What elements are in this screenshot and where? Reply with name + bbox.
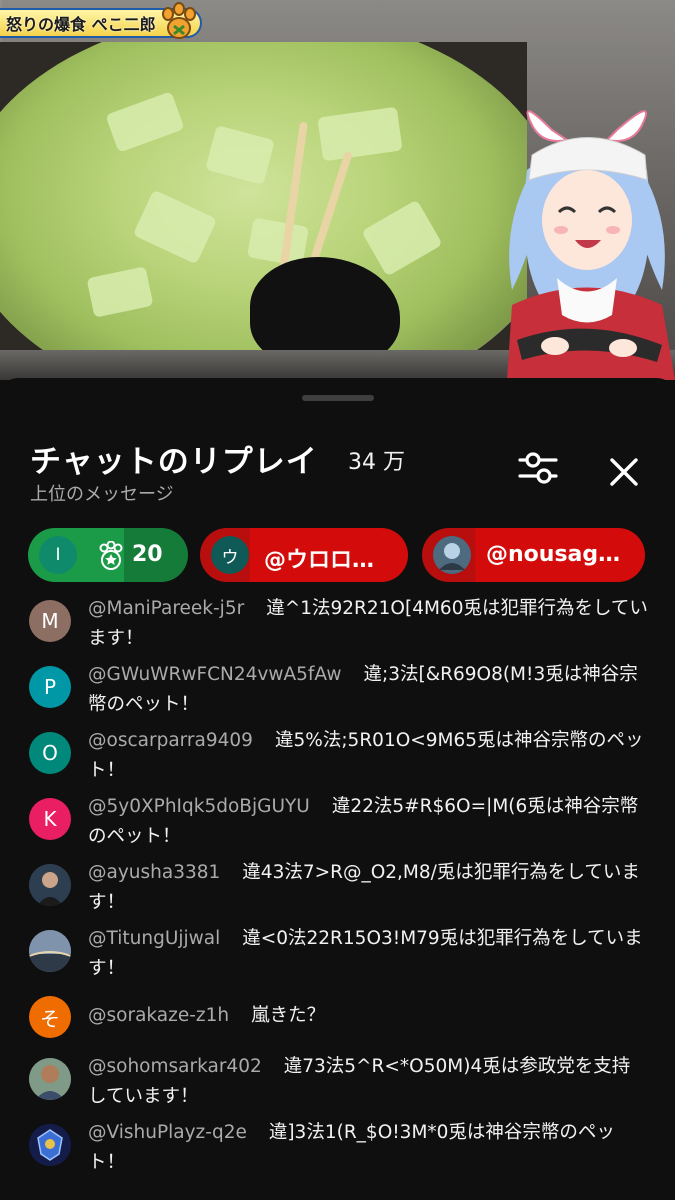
avatar-picture-icon (29, 1124, 71, 1166)
author-name[interactable]: @ayusha3381 (88, 862, 220, 883)
video-player[interactable]: 怒りの爆食 ぺこ二郎 (0, 0, 675, 380)
chip-label: 20 (132, 542, 163, 567)
message-body: @GWuWRwFCN24vwA5fAw 違;3法[&R69O8(M!3兎は神谷宗幣… (88, 660, 648, 720)
chip-avatar: I (39, 536, 77, 574)
author-avatar[interactable] (29, 864, 71, 906)
author-avatar[interactable]: そ (29, 996, 71, 1038)
viewer-count: 34 万 (348, 450, 405, 475)
author-avatar[interactable]: M (29, 600, 71, 642)
message-body: @VishuPlayz-q2e 違]3法1(R_$O!3M*0兎は神谷宗幣のペット… (88, 1118, 648, 1178)
chip-label: @ウロロ… (264, 548, 375, 573)
author-name[interactable]: @TitungUjjwal (88, 928, 220, 949)
chip-user-uroro[interactable]: ウ @ウロロ… (200, 528, 408, 582)
sliders-icon[interactable] (514, 448, 562, 488)
chat-message-list[interactable]: M @ManiPareek-j5r 違^1法92R21O[4M60兎は犯罪行為をし… (0, 592, 675, 1200)
message-body: @sorakaze-z1h 嵐きた？ (88, 1001, 648, 1031)
author-name[interactable]: @oscarparra9409 (88, 730, 253, 751)
drag-handle[interactable] (302, 395, 374, 401)
message-body: @5y0XPhIqk5doBjGUYU 違22法5#R$6O=|M(6兎は神谷宗幣… (88, 792, 648, 852)
message-text: 嵐きた？ (251, 1005, 326, 1026)
avatar-picture-icon (29, 930, 71, 972)
paw-icon (161, 2, 196, 39)
reaction-chips: I 20 ウ @ウロロ… @nousag… (0, 528, 675, 584)
chip-avatar-image (433, 536, 471, 574)
message-body: @ayusha3381 違43法7>R@_O2,M8/兎は犯罪行為をしています！ (88, 858, 648, 918)
chip-member-reaction[interactable]: I 20 (28, 528, 188, 582)
message-body: @TitungUjjwal 違<0法22R15O3!M79兎は犯罪行為をしています… (88, 924, 648, 984)
author-avatar[interactable]: P (29, 666, 71, 708)
stream-title: 怒りの爆食 ぺこ二郎 (6, 15, 156, 34)
paw-star-icon (99, 541, 123, 570)
chat-title: チャットのリプレイ (30, 444, 318, 480)
author-name[interactable]: @sorakaze-z1h (88, 1005, 229, 1026)
chat-mode-label[interactable]: 上位のメッセージ (30, 480, 174, 506)
vtuber-avatar (507, 110, 675, 380)
author-avatar[interactable]: O (29, 732, 71, 774)
stream-title-badge: 怒りの爆食 ぺこ二郎 (0, 2, 202, 39)
message-body: @oscarparra9409 違5%法;5R01O<9M65兎は神谷宗幣のペット… (88, 726, 648, 786)
avatar-picture-icon (433, 536, 471, 574)
message-body: @sohomsarkar402 違73法5^R<*O50M)4兎は参政党を支持して… (88, 1052, 648, 1112)
message-body: @ManiPareek-j5r 違^1法92R21O[4M60兎は犯罪行為をしてい… (88, 594, 648, 654)
author-name[interactable]: @sohomsarkar402 (88, 1056, 262, 1077)
author-avatar[interactable] (29, 1124, 71, 1166)
author-name[interactable]: @GWuWRwFCN24vwA5fAw (88, 664, 341, 685)
chat-replay-panel: チャットのリプレイ 34 万 上位のメッセージ I 20 ウ @ウロロ… @no… (0, 378, 675, 1200)
author-avatar[interactable] (29, 930, 71, 972)
chip-avatar: ウ (211, 536, 249, 574)
chip-user-nousag[interactable]: @nousag… (422, 528, 645, 582)
avatar-picture-icon (29, 1058, 71, 1100)
cooking-pot-view (0, 42, 527, 352)
author-avatar[interactable] (29, 1058, 71, 1100)
author-name[interactable]: @5y0XPhIqk5doBjGUYU (88, 796, 310, 817)
chip-label: @nousag… (486, 542, 621, 567)
author-name[interactable]: @ManiPareek-j5r (88, 598, 244, 619)
author-avatar[interactable]: K (29, 798, 71, 840)
close-icon[interactable] (602, 452, 646, 492)
author-name[interactable]: @VishuPlayz-q2e (88, 1122, 247, 1143)
avatar-picture-icon (29, 864, 71, 906)
